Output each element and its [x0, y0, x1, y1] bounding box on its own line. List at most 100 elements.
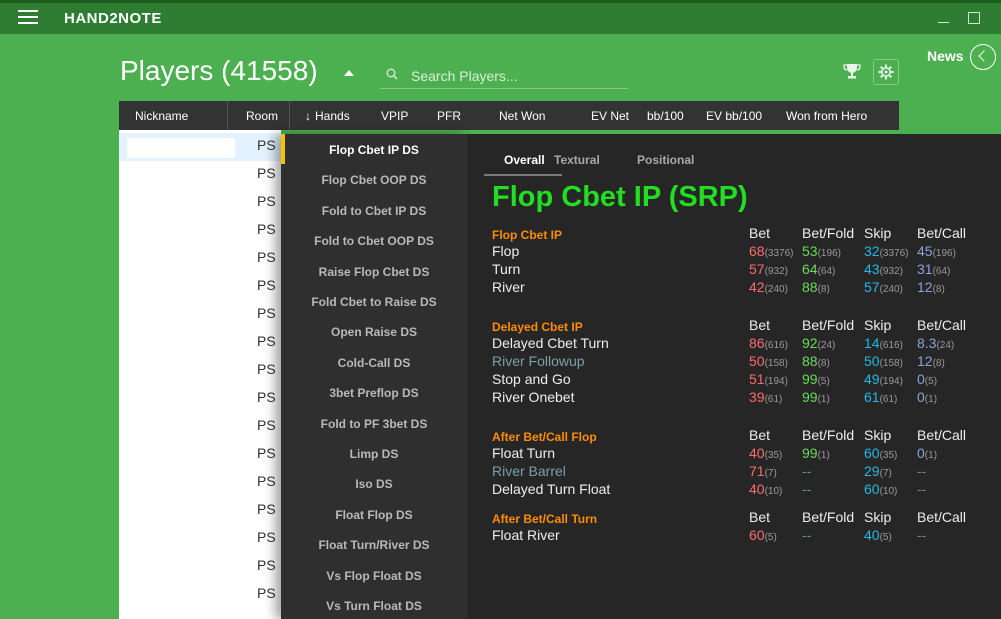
stat-value-bet-fold[interactable]: -- [802, 481, 811, 497]
stat-value-bet-call[interactable]: -- [917, 481, 926, 497]
stat-value-bet-fold[interactable]: 99(1) [802, 445, 830, 461]
room-cell: PS [257, 193, 276, 209]
column-won-from-hero[interactable]: Won from Hero [786, 109, 867, 123]
stat-menu-item[interactable]: Float Flop DS [281, 508, 467, 522]
stat-menu-item[interactable]: Flop Cbet IP DS [281, 143, 467, 157]
column-ev-net[interactable]: EV Net [591, 109, 629, 123]
caret-up-icon[interactable] [344, 70, 354, 76]
stat-menu-item[interactable]: Vs Turn Float DS [281, 599, 467, 613]
stat-value-bet-call[interactable]: 0(1) [917, 389, 937, 405]
stat-value-bet[interactable]: 68(3376) [749, 243, 793, 259]
stat-value-bet-call[interactable]: 0(5) [917, 371, 937, 387]
panel-title: Flop Cbet IP (SRP) [492, 181, 748, 213]
stat-value-skip[interactable]: 14(616) [864, 335, 903, 351]
stat-value-bet[interactable]: 39(61) [749, 389, 782, 405]
column-vpip[interactable]: VPIP [381, 109, 408, 123]
stat-value-bet-fold[interactable]: 88(8) [802, 279, 830, 295]
column-net-won[interactable]: Net Won [499, 109, 545, 123]
stat-value-skip[interactable]: 43(932) [864, 261, 903, 277]
column-header-bet-call: Bet/Call [917, 427, 967, 443]
tab-positional[interactable]: Positional [637, 153, 694, 167]
stat-value-bet-fold[interactable]: 53(196) [802, 243, 841, 259]
room-cell: PS [257, 361, 276, 377]
stat-value-skip[interactable]: 40(5) [864, 527, 892, 543]
maximize-icon[interactable] [966, 9, 982, 25]
stat-menu-item[interactable]: Raise Flop Cbet DS [281, 265, 467, 279]
stat-value-bet-call[interactable]: 45(196) [917, 243, 956, 259]
stat-menu-item[interactable]: Vs Flop Float DS [281, 569, 467, 583]
settings-button[interactable] [873, 59, 899, 85]
stat-menu-item[interactable]: Limp DS [281, 447, 467, 461]
menu-icon[interactable] [18, 10, 38, 25]
stat-percent: 86 [749, 335, 765, 351]
stat-value-skip[interactable]: 57(240) [864, 279, 903, 295]
stat-value-bet-fold[interactable]: 92(24) [802, 335, 835, 351]
stat-value-skip[interactable]: 49(194) [864, 371, 903, 387]
stat-value-skip[interactable]: 60(10) [864, 481, 897, 497]
minimize-icon[interactable] [936, 9, 952, 25]
stat-value-skip[interactable]: 32(3376) [864, 243, 908, 259]
stat-percent: -- [802, 481, 812, 497]
stat-value-bet[interactable]: 50(158) [749, 353, 788, 369]
column-room[interactable]: Room [246, 109, 278, 123]
stat-percent: -- [917, 527, 927, 543]
column-header-bet-fold: Bet/Fold [802, 427, 855, 443]
column-nickname[interactable]: Nickname [135, 109, 188, 123]
stat-menu-item[interactable]: Cold-Call DS [281, 356, 467, 370]
stat-menu-item[interactable]: Fold to Cbet IP DS [281, 204, 467, 218]
column-header-skip: Skip [864, 509, 892, 525]
stat-value-bet[interactable]: 57(932) [749, 261, 788, 277]
stat-value-bet-fold[interactable]: 99(1) [802, 389, 830, 405]
stat-value-bet-call[interactable]: 0(1) [917, 445, 937, 461]
stat-value-bet-call[interactable]: 12(8) [917, 353, 945, 369]
column-hands[interactable]: ↓ Hands [305, 109, 350, 123]
stat-percent: 29 [864, 463, 880, 479]
chevron-left-icon[interactable] [970, 44, 996, 70]
stat-menu-item[interactable]: Fold to PF 3bet DS [281, 417, 467, 431]
stat-menu-item[interactable]: Fold to Cbet OOP DS [281, 234, 467, 248]
stat-menu-item[interactable]: Float Turn/River DS [281, 538, 467, 552]
stat-value-bet[interactable]: 40(10) [749, 481, 782, 497]
stat-value-bet-fold[interactable]: -- [802, 527, 811, 543]
stat-menu-item[interactable]: Flop Cbet OOP DS [281, 173, 467, 187]
stat-value-bet-call[interactable]: 8.3(24) [917, 335, 954, 351]
stat-menu-item[interactable]: Iso DS [281, 477, 467, 491]
stat-menu-item[interactable]: 3bet Preflop DS [281, 386, 467, 400]
column-pfr[interactable]: PFR [437, 109, 461, 123]
stat-value-bet-call[interactable]: -- [917, 527, 926, 543]
tab-overall[interactable]: Overall [504, 153, 545, 167]
stat-percent: 61 [864, 389, 880, 405]
stat-sample-size: (1) [817, 450, 830, 461]
stat-value-bet[interactable]: 42(240) [749, 279, 788, 295]
stat-value-bet-call[interactable]: 31(64) [917, 261, 950, 277]
stat-value-bet-call[interactable]: -- [917, 463, 926, 479]
room-cell: PS [257, 445, 276, 461]
stat-value-bet[interactable]: 71(7) [749, 463, 777, 479]
trophy-icon[interactable] [843, 62, 861, 80]
stat-sample-size: (10) [764, 486, 783, 497]
stat-value-bet-fold[interactable]: 64(64) [802, 261, 835, 277]
stat-percent: 31 [917, 261, 933, 277]
stat-menu-item[interactable]: Open Raise DS [281, 325, 467, 339]
stat-value-bet[interactable]: 40(35) [749, 445, 782, 461]
room-cell: PS [257, 585, 276, 601]
stat-panel: Overall Textural Positional Flop Cbet IP… [467, 134, 1001, 619]
stat-value-bet-fold[interactable]: -- [802, 463, 811, 479]
stat-value-bet-fold[interactable]: 88(8) [802, 353, 830, 369]
stat-value-skip[interactable]: 60(35) [864, 445, 897, 461]
column-bb100[interactable]: bb/100 [647, 109, 684, 123]
room-cell: PS [257, 221, 276, 237]
stat-value-skip[interactable]: 29(7) [864, 463, 892, 479]
stat-value-bet[interactable]: 60(5) [749, 527, 777, 543]
search-input[interactable] [411, 66, 621, 86]
column-ev-bb100[interactable]: EV bb/100 [706, 109, 762, 123]
stat-sample-size: (616) [879, 340, 903, 351]
stat-value-bet-call[interactable]: 12(8) [917, 279, 945, 295]
stat-value-bet[interactable]: 51(194) [749, 371, 788, 387]
stat-menu-item[interactable]: Fold Cbet to Raise DS [281, 295, 467, 309]
stat-value-skip[interactable]: 50(158) [864, 353, 903, 369]
tab-textural[interactable]: Textural [554, 153, 600, 167]
stat-value-skip[interactable]: 61(61) [864, 389, 897, 405]
stat-value-bet-fold[interactable]: 99(5) [802, 371, 830, 387]
stat-value-bet[interactable]: 86(616) [749, 335, 788, 351]
